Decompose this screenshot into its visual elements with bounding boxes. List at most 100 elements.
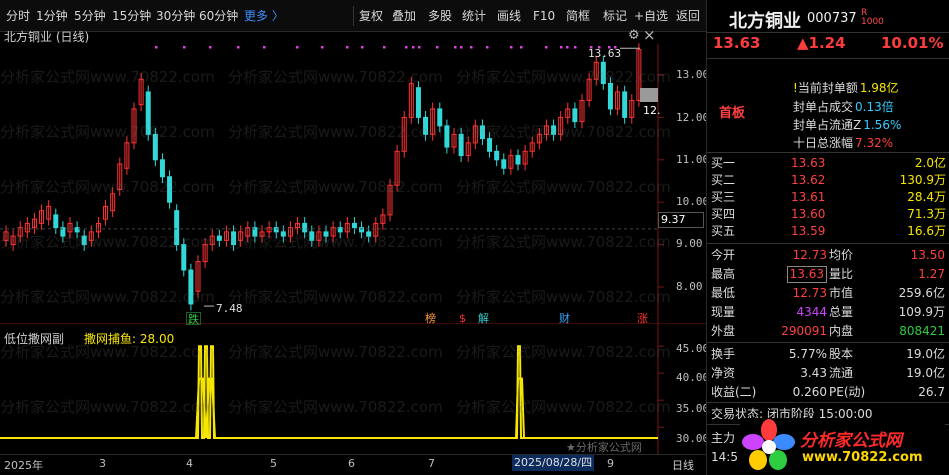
indicator-axis-label: 30.00 (676, 432, 710, 445)
more-periods-button[interactable]: 更多 〉 (244, 7, 284, 25)
candle-body (174, 210, 180, 246)
signal-dot (209, 46, 212, 49)
kline-chart[interactable] (0, 26, 706, 324)
time-label: 14:5 (711, 450, 738, 464)
candle-body (323, 231, 329, 237)
mark-button[interactable]: 标记 (603, 7, 627, 25)
signal-dot (321, 46, 324, 49)
orderbook-label: 买四 (711, 207, 736, 221)
stat-label: 外盘 (711, 324, 736, 338)
chart-title: 北方铜业 (日线) (4, 30, 90, 44)
candle-body (159, 159, 165, 178)
seal-stat-value: 7.32% (855, 136, 894, 150)
orderbook-price: 13.61 (791, 190, 826, 204)
signal-dot (545, 46, 548, 49)
period-tab-30min[interactable]: 30分钟 (156, 7, 195, 25)
time-axis-label: 2025年 (4, 459, 43, 472)
candle-body (81, 235, 87, 246)
candle-body (437, 108, 443, 127)
period-tab-timeshare[interactable]: 分时 (6, 7, 30, 25)
orderbook-qty: 28.4万 (907, 190, 946, 204)
divider (707, 58, 949, 59)
stat-row: 最低 12.73 (711, 284, 827, 302)
stat-value: 13.63 (786, 266, 827, 283)
stat-label: PE(动) (829, 385, 866, 399)
candle-body (167, 176, 173, 203)
overlay-button[interactable]: 叠加 (392, 7, 416, 25)
candle-body (415, 87, 421, 118)
quote-panel: 北方铜业 000737 R 1000 13.63 ▲1.24 10.01% 首板… (706, 0, 949, 475)
low-price-label: 7.48 (216, 302, 243, 315)
orderbook-row[interactable]: 买三 13.61 28.4万 (707, 189, 949, 206)
add-watchlist-button[interactable]: +自选 (634, 7, 668, 25)
candle-body (444, 125, 450, 148)
statistics-button[interactable]: 统计 (462, 7, 486, 25)
indicator-title: 低位撒网副 (4, 332, 65, 346)
seal-stat-label: 封单占流通Z (793, 118, 862, 132)
stat-label: 均价 (829, 248, 854, 262)
candle-body (487, 138, 493, 152)
gear-icon[interactable]: ⚙ (628, 28, 640, 43)
orderbook-label: 买三 (711, 190, 736, 204)
adjust-button[interactable]: 复权 (359, 7, 383, 25)
signal-dot (183, 46, 186, 49)
signal-dot (155, 46, 158, 49)
stat-value: 290091 (781, 324, 827, 338)
close-icon[interactable]: × (643, 26, 656, 44)
stat-label: 流通 (829, 366, 854, 380)
stock-badge-1000: 1000 (861, 17, 884, 27)
period-tab-5min[interactable]: 5分钟 (74, 7, 106, 25)
orderbook-row[interactable]: 买二 13.62 130.9万 (707, 172, 949, 189)
stat-label: 今开 (711, 248, 736, 262)
candle-body (302, 222, 308, 233)
seal-stat-label: 当前封单额 (797, 81, 858, 95)
candle-body (273, 227, 279, 233)
last-price: 13.63 (713, 34, 761, 52)
stat-row: 换手 5.77% (711, 345, 827, 363)
stat-label: 市值 (829, 286, 854, 300)
candle-body (359, 227, 365, 233)
logo-text: 分析家公式网 (800, 431, 902, 451)
signal-dot (574, 46, 577, 49)
orderbook-row[interactable]: 买四 13.60 71.3万 (707, 206, 949, 223)
period-tab-1min[interactable]: 1分钟 (36, 7, 68, 25)
stock-name: 北方铜业 (729, 11, 801, 32)
multi-stock-button[interactable]: 多股 (428, 7, 452, 25)
orderbook-price: 13.60 (791, 207, 826, 221)
time-axis-label: 7 (428, 457, 435, 470)
first-board-badge: 首板 (719, 106, 746, 121)
flower-logo-icon (742, 419, 795, 470)
stat-row: 市值 259.6亿 (829, 284, 945, 302)
divider (707, 152, 949, 153)
f10-button[interactable]: F10 (533, 7, 555, 25)
stat-row: 量比 1.27 (829, 265, 945, 283)
divider (707, 402, 949, 403)
stat-label: 现量 (711, 305, 736, 319)
back-button[interactable]: 返回 (676, 7, 700, 25)
period-tab-60min[interactable]: 60分钟 (199, 7, 238, 25)
signal-dot (296, 46, 299, 49)
orderbook-row[interactable]: 买一 13.63 2.0亿 (707, 155, 949, 172)
stat-value: 1.27 (918, 267, 945, 281)
candle-body (74, 227, 80, 233)
candle-body (181, 244, 187, 271)
stat-value: 19.0亿 (906, 347, 945, 361)
period-tab-15min[interactable]: 15分钟 (112, 7, 151, 25)
time-axis-label: 4 (186, 457, 193, 470)
simple-frame-button[interactable]: 简框 (566, 7, 590, 25)
seal-stat-value: 1.56% (863, 118, 902, 132)
signal-dot (383, 46, 386, 49)
candle-body (145, 91, 151, 135)
candle-body (152, 133, 158, 161)
time-axis-label: 6 (348, 457, 355, 470)
stat-label: 换手 (711, 347, 736, 361)
seal-stat-row: !当前封单额 1.98亿 (793, 79, 899, 96)
candle-body (280, 231, 286, 237)
seal-stat-row: 封单占流通Z 1.56% (793, 116, 901, 133)
candle-body (423, 116, 429, 135)
signal-dot (566, 46, 569, 49)
orderbook-row[interactable]: 买五 13.59 16.6万 (707, 223, 949, 240)
candle-body (351, 222, 357, 229)
draw-line-button[interactable]: 画线 (497, 7, 521, 25)
stat-row: 净资 3.43 (711, 364, 827, 382)
